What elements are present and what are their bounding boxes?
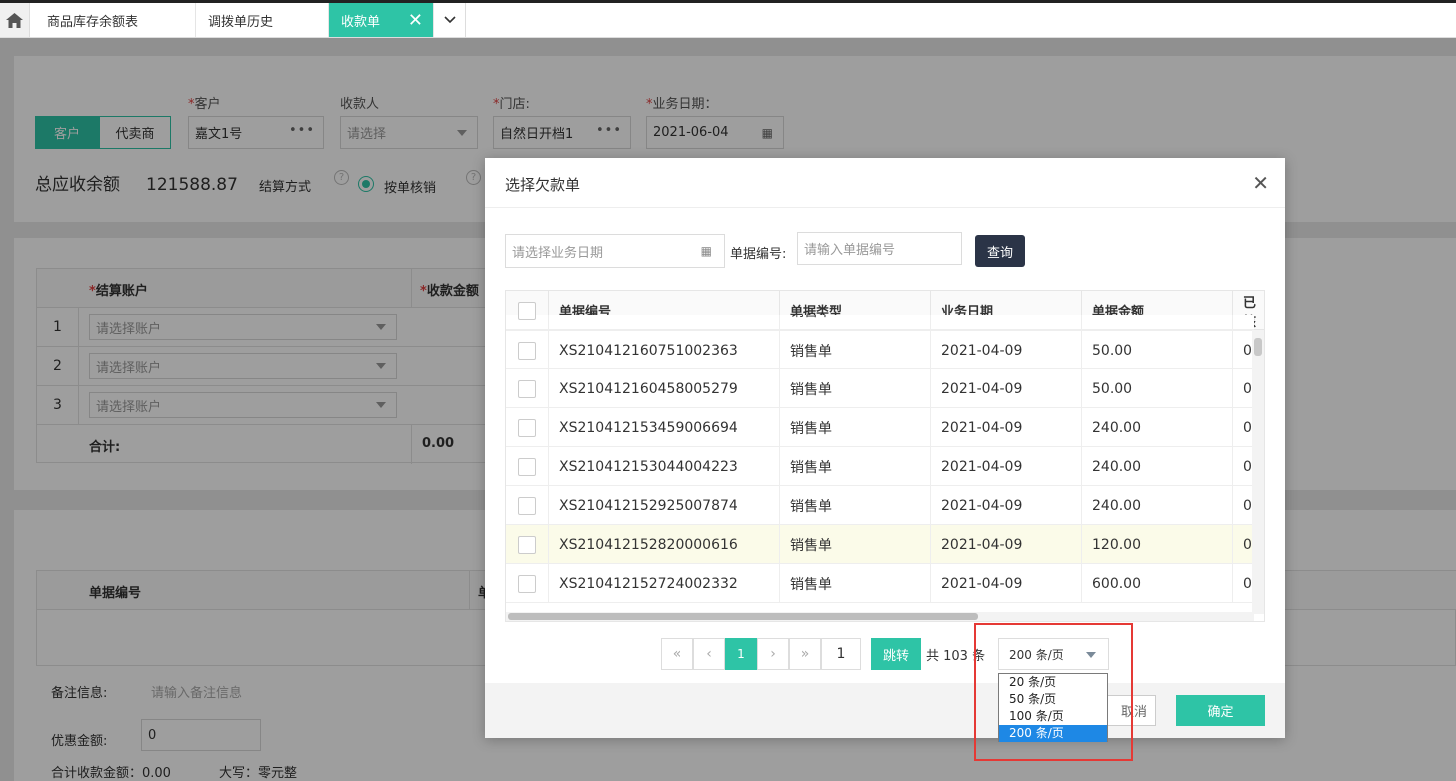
scroll-thumb[interactable] [1254,338,1262,356]
table-row[interactable]: XS210412160751002363 销售单 2021-04-09 50.0… [506,330,1257,370]
cell-bill-no: XS210412152820000616 [549,525,780,564]
last-page-button[interactable]: » [789,638,821,670]
cell-amount: 600.00 [1082,564,1233,603]
cell-bill-no: XS210412152925007874 [549,486,780,525]
calendar-icon: ▦ [700,244,712,258]
close-icon[interactable]: ✕ [1252,171,1269,195]
confirm-button[interactable]: 确定 [1176,695,1265,726]
chevron-left-icon: ‹ [706,646,712,662]
date-filter-input[interactable]: 请选择业务日期 ▦ [505,234,725,268]
cell-date: 2021-04-09 [931,331,1082,370]
double-chevron-right-icon: » [800,646,810,662]
table-row[interactable]: XS210412160458005279 销售单 2021-04-09 50.0… [506,369,1257,408]
chevron-down-icon [443,16,456,24]
cell-bill-no: XS210412152724002332 [549,564,780,603]
row-checkbox[interactable] [518,341,536,360]
cell-bill-no: XS210412153044004223 [549,447,780,486]
cell-bill-type: 销售单 [780,369,931,408]
tab-stock-balance[interactable]: 商品库存余额表 [35,3,196,37]
cell-bill-no: XS210412160751002363 [549,331,780,370]
table-row[interactable]: XS210412152925007874 销售单 2021-04-09 240.… [506,486,1257,525]
cell-verified: 0. [1243,575,1257,592]
cell-date: 2021-04-09 [931,315,1082,329]
tab-transfer-history[interactable]: 调拨单历史 [196,3,329,37]
chevron-right-icon: › [770,646,776,662]
modal-title: 选择欠款单 [505,176,581,194]
double-chevron-left-icon: « [672,646,682,662]
billno-input[interactable]: 请输入单据编号 [797,232,962,265]
modal-footer [485,683,1285,738]
tab-bar: 商品库存余额表 调拨单历史 收款单 ✕ [0,3,1456,38]
cell-bill-type: 销售单 [780,408,931,447]
query-button[interactable]: 查询 [975,235,1025,267]
select-debt-modal: 选择欠款单 ✕ 请选择业务日期 ▦ 单据编号: 请输入单据编号 查询 单据编号 … [485,158,1285,738]
table-row[interactable]: XS210412152820000616 销售单 2021-04-09 120.… [506,525,1257,564]
cell-bill-type: 销售单 [780,486,931,525]
cell-date: 2021-04-09 [931,447,1082,486]
row-checkbox[interactable] [518,379,536,398]
cell-amount: 240.00 [1082,447,1233,486]
row-checkbox[interactable] [518,457,536,476]
row-checkbox[interactable] [518,418,536,437]
highlight-annotation-box [974,623,1133,761]
cell-bill-no: XS210412161220002340 [549,315,780,329]
cell-bill-type: 销售单 [780,564,931,603]
cell-bill-type: 销售单 [780,331,931,370]
vertical-scrollbar[interactable] [1252,330,1264,614]
row-checkbox[interactable] [518,315,536,320]
debt-grid: 单据编号 单据类型 业务日期 单据金额 已核 XS210412161220002… [505,290,1265,622]
cell-verified: 0. [1243,458,1257,475]
cell-bill-type: 销售单 [780,447,931,486]
next-page-button[interactable]: › [757,638,789,670]
cell-date: 2021-04-09 [931,408,1082,447]
cell-verified: 0. [1243,536,1257,553]
row-checkbox[interactable] [518,496,536,515]
cell-amount: 50.00 [1082,369,1233,408]
cell-amount: 50.00 [1082,315,1233,329]
table-row[interactable]: XS210412152724002332 销售单 2021-04-09 600.… [506,564,1257,603]
home-icon [6,12,23,28]
billno-label: 单据编号: [730,247,787,262]
cell-date: 2021-04-09 [931,486,1082,525]
cell-bill-no: XS210412153459006694 [549,408,780,447]
tab-more-button[interactable] [434,3,466,37]
table-row[interactable]: XS210412161220002340 销售单 2021-04-09 50.0… [506,315,1254,330]
horizontal-scrollbar[interactable] [506,612,1254,621]
tab-label: 商品库存余额表 [47,14,139,30]
cell-verified: 0. [1243,342,1257,359]
row-checkbox[interactable] [518,574,536,593]
jump-button[interactable]: 跳转 [871,638,921,670]
cell-amount: 50.00 [1082,331,1233,370]
cell-verified: 0. [1243,419,1257,436]
cell-date: 2021-04-09 [931,564,1082,603]
tab-label: 调拨单历史 [208,14,274,30]
modal-header: 选择欠款单 ✕ [485,158,1285,208]
cell-amount: 120.00 [1082,525,1233,564]
home-button[interactable] [0,3,30,37]
row-checkbox[interactable] [518,535,536,554]
cell-date: 2021-04-09 [931,369,1082,408]
close-icon[interactable]: ✕ [408,10,423,31]
jump-page-input[interactable]: 1 [821,638,861,670]
cell-bill-no: XS210412160458005279 [549,369,780,408]
tab-label: 收款单 [341,14,381,30]
cell-amount: 240.00 [1082,408,1233,447]
cell-verified: 0. [1243,380,1257,397]
cell-bill-type: 销售单 [780,315,931,329]
cell-verified: 0. [1243,497,1257,514]
prev-page-button[interactable]: ‹ [693,638,725,670]
first-page-button[interactable]: « [661,638,693,670]
table-row[interactable]: XS210412153044004223 销售单 2021-04-09 240.… [506,447,1257,486]
cell-bill-type: 销售单 [780,525,931,564]
tab-receipt[interactable]: 收款单 ✕ [329,3,434,37]
cell-date: 2021-04-09 [931,525,1082,564]
page-number-button[interactable]: 1 [725,638,757,670]
table-row[interactable]: XS210412153459006694 销售单 2021-04-09 240.… [506,408,1257,447]
cell-amount: 240.00 [1082,486,1233,525]
scroll-thumb[interactable] [508,613,978,620]
